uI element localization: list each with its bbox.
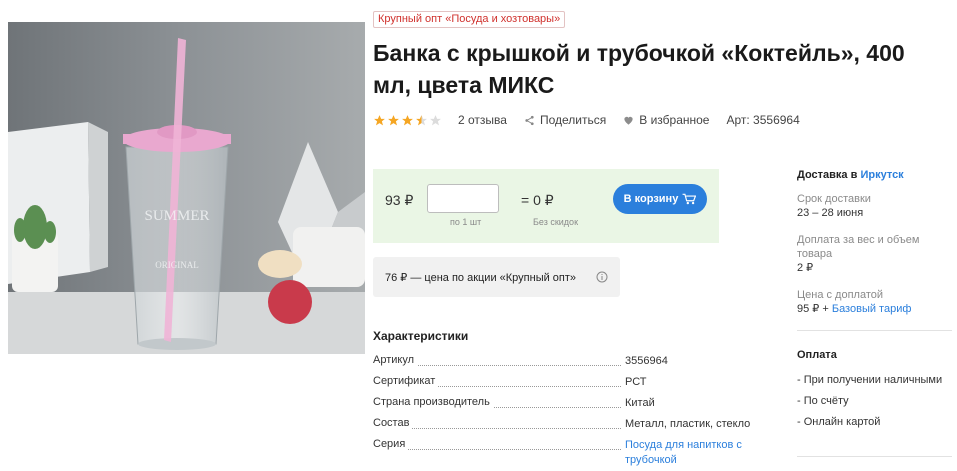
favorite-label: В избранное	[639, 113, 710, 127]
characteristic-key: Артикул	[373, 354, 418, 366]
divider	[797, 456, 952, 457]
payment-heading: Оплата	[797, 349, 837, 361]
quantity-hint: по 1 шт	[450, 217, 482, 227]
star-full-icon	[401, 114, 414, 127]
series-link[interactable]: Посуда для напитков с трубочкой	[625, 438, 755, 468]
share-button[interactable]: Поделиться	[524, 113, 606, 127]
product-photo[interactable]: SUMMER ORIGINAL	[8, 22, 365, 354]
share-label: Поделиться	[539, 113, 607, 127]
characteristic-key: Серия	[373, 438, 409, 450]
surcharge-label: Доплата за вес и объем товара	[797, 234, 920, 260]
price-with-surcharge-value: 95 ₽ +	[797, 303, 829, 315]
quantity-input[interactable]	[427, 184, 499, 213]
reviews-link[interactable]: 2 отзыва	[458, 113, 507, 127]
tariff-link[interactable]: Базовый тариф	[832, 303, 912, 315]
star-full-icon	[387, 114, 400, 127]
delivery-heading-text: Доставка в	[797, 169, 858, 181]
characteristic-value: Металл, пластик, стекло	[625, 418, 751, 430]
characteristic-key: Состав	[373, 417, 413, 429]
characteristic-row: Страна производитель Китай	[373, 396, 753, 417]
characteristic-row: Сертификат РСТ	[373, 375, 753, 396]
divider	[797, 330, 952, 331]
promo-text: 76 ₽ — цена по акции «Крупный опт»	[385, 271, 577, 284]
characteristic-value: Китай	[625, 397, 655, 409]
total-price: = 0 ₽	[521, 192, 554, 208]
characteristic-key: Страна производитель	[373, 396, 493, 408]
buy-box: 93 ₽ по 1 шт = 0 ₽ Без скидок В корзину	[373, 169, 719, 243]
delivery-term-label: Срок доставки	[797, 193, 871, 205]
product-meta-row: 2 отзыва Поделиться В избранное Арт: 355…	[373, 112, 817, 128]
rating-stars[interactable]	[373, 114, 442, 127]
star-half-icon	[415, 114, 428, 127]
characteristic-row: Серия Посуда для напитков с трубочкой	[373, 438, 753, 466]
characteristic-row: Состав Металл, пластик, стекло	[373, 417, 753, 438]
favorite-button[interactable]: В избранное	[623, 113, 709, 127]
payment-option: - По счёту	[797, 395, 849, 407]
dotted-leader	[373, 449, 621, 450]
payment-panel: Оплата - При получении наличными - По сч…	[797, 349, 952, 429]
price-with-surcharge-label: Цена с доплатой	[797, 289, 884, 301]
surcharge-value: 2 ₽	[797, 262, 814, 274]
delivery-heading: Доставка в Иркутск	[797, 169, 952, 181]
svg-text:SUMMER: SUMMER	[144, 208, 209, 224]
discount-label: Без скидок	[533, 217, 578, 227]
promo-price-box: 76 ₽ — цена по акции «Крупный опт»	[373, 257, 620, 297]
heart-icon	[624, 116, 633, 125]
star-empty-icon	[429, 114, 442, 127]
characteristic-value: РСТ	[625, 376, 647, 388]
payment-option: - При получении наличными	[797, 374, 943, 386]
product-title: Банка с крышкой и трубочкой «Коктейль», …	[373, 40, 905, 98]
payment-option: - Онлайн картой	[797, 416, 881, 428]
characteristic-value: 3556964	[625, 355, 668, 367]
svg-text:ORIGINAL: ORIGINAL	[155, 260, 199, 270]
category-tag[interactable]: Крупный опт «Посуда и хозтовары»	[373, 11, 566, 28]
characteristics-table: Артикул 3556964 Сертификат РСТ Страна пр…	[373, 354, 753, 466]
article-number: Арт: 3556964	[726, 113, 800, 127]
delivery-city-link[interactable]: Иркутск	[860, 169, 903, 181]
cart-icon	[682, 193, 697, 205]
delivery-term-value: 23 – 28 июня	[797, 207, 864, 219]
delivery-panel: Доставка в Иркутск Срок доставки 23 – 28…	[797, 169, 952, 316]
unit-price: 93 ₽	[385, 192, 414, 208]
share-icon	[525, 115, 534, 125]
characteristic-key: Сертификат	[373, 375, 439, 387]
characteristics-title: Характеристики	[373, 329, 469, 343]
info-icon[interactable]	[596, 271, 608, 283]
cart-button-label: В корзину	[623, 193, 679, 205]
characteristic-row: Артикул 3556964	[373, 354, 753, 375]
price-with-surcharge: 95 ₽ + Базовый тариф	[797, 302, 952, 316]
add-to-cart-button[interactable]: В корзину	[613, 184, 707, 214]
star-full-icon	[373, 114, 386, 127]
